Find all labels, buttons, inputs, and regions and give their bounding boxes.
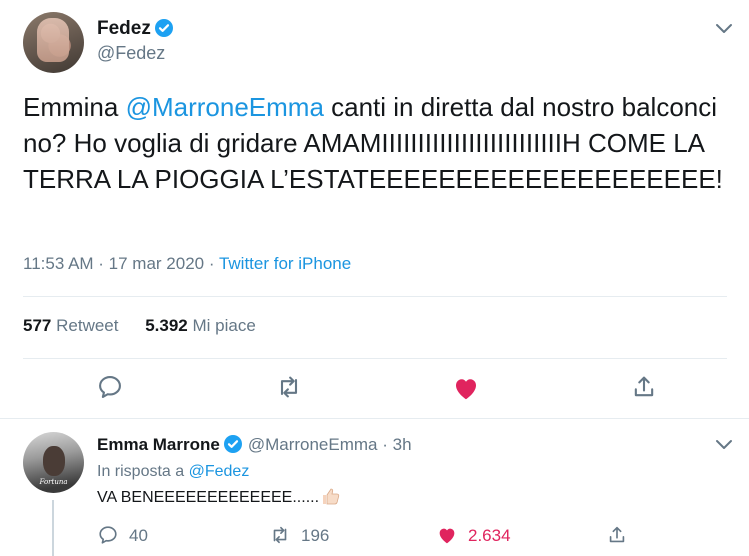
reply-like-count: 2.634 bbox=[468, 526, 511, 545]
tweet-text-part: Emmina bbox=[23, 92, 126, 122]
share-icon bbox=[606, 524, 628, 546]
tweet-stats: 577 Retweet 5.392 Mi piace bbox=[23, 316, 256, 336]
retweet-label: Retweet bbox=[56, 316, 119, 335]
reply-author-avatar[interactable]: Fortuna bbox=[23, 432, 84, 493]
reply-author-name[interactable]: Emma Marrone bbox=[97, 435, 220, 454]
divider bbox=[23, 358, 727, 359]
reply-share-action[interactable] bbox=[606, 524, 638, 546]
reply-header: Emma Marrone @MarroneEmma · 3h bbox=[97, 435, 412, 455]
reply-text: VA BENEEEEEEEEEEEEE...... bbox=[97, 489, 320, 506]
reply-like-action[interactable]: 2.634 bbox=[436, 524, 511, 546]
chevron-down-icon[interactable] bbox=[714, 18, 734, 38]
author-handle[interactable]: @Fedez bbox=[97, 43, 165, 64]
retweet-stat[interactable]: 577 Retweet bbox=[23, 316, 118, 335]
divider bbox=[23, 296, 727, 297]
avatar-image bbox=[43, 446, 65, 476]
retweet-icon[interactable] bbox=[275, 373, 307, 405]
reply-retweet-count: 196 bbox=[301, 526, 330, 545]
tweet-text: Emmina @MarroneEmma canti in diretta dal… bbox=[23, 89, 723, 197]
author-avatar[interactable] bbox=[23, 12, 84, 73]
reply-to-label: In risposta a bbox=[97, 463, 189, 480]
reply-icon bbox=[97, 524, 119, 546]
avatar-image bbox=[37, 18, 69, 62]
tweet-timestamp[interactable]: 11:53 AM · 17 mar 2020 · bbox=[23, 254, 219, 273]
reply-retweet-action[interactable]: 196 bbox=[269, 524, 329, 546]
reply-reply-action[interactable]: 40 bbox=[97, 524, 148, 546]
tweet-meta: 11:53 AM · 17 mar 2020 · Twitter for iPh… bbox=[23, 254, 351, 274]
reply-icon[interactable] bbox=[96, 373, 128, 405]
reply-to-handle[interactable]: @Fedez bbox=[189, 463, 250, 480]
thumbs-up-emoji bbox=[321, 487, 341, 505]
retweet-icon bbox=[269, 524, 291, 546]
like-count: 5.392 bbox=[145, 316, 188, 335]
heart-icon[interactable] bbox=[451, 373, 483, 405]
mention-link[interactable]: @MarroneEmma bbox=[126, 92, 324, 122]
author-name-row[interactable]: Fedez bbox=[97, 18, 173, 40]
like-stat[interactable]: 5.392 Mi piace bbox=[145, 316, 256, 335]
share-icon[interactable] bbox=[630, 373, 662, 405]
retweet-count: 577 bbox=[23, 316, 52, 335]
avatar-caption: Fortuna bbox=[39, 478, 68, 486]
verified-badge-icon bbox=[154, 19, 173, 37]
reply-count: 40 bbox=[129, 526, 148, 545]
heart-icon bbox=[436, 524, 458, 546]
author-name[interactable]: Fedez bbox=[97, 18, 151, 39]
chevron-down-icon[interactable] bbox=[714, 434, 734, 454]
tweet-source-link[interactable]: Twitter for iPhone bbox=[219, 254, 351, 273]
thread-line bbox=[52, 500, 54, 556]
reply-author-handle[interactable]: @MarroneEmma bbox=[248, 435, 378, 454]
like-label: Mi piace bbox=[192, 316, 256, 335]
divider bbox=[0, 418, 749, 419]
reply-time[interactable]: · 3h bbox=[382, 435, 411, 454]
verified-badge-icon bbox=[223, 435, 242, 453]
reply-text-row: VA BENEEEEEEEEEEEEE...... bbox=[97, 487, 341, 507]
reply-context: In risposta a @Fedez bbox=[97, 463, 249, 481]
